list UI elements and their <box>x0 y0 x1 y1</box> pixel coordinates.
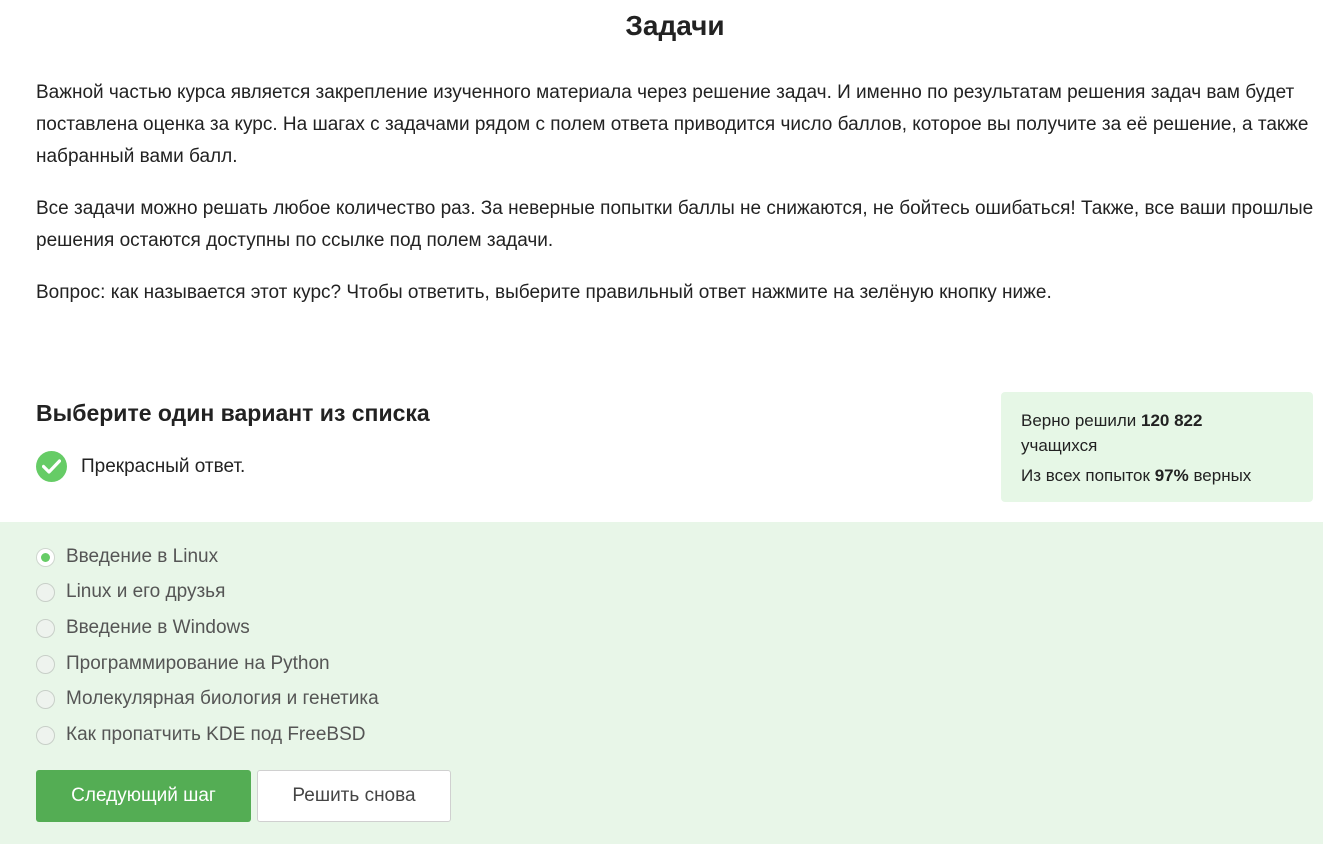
option-label[interactable]: Молекулярная биология и генетика <box>66 688 379 710</box>
option-label[interactable]: Linux и его друзья <box>66 581 225 603</box>
option-label[interactable]: Как пропатчить KDE под FreeBSD <box>66 724 365 746</box>
option-biology[interactable]: Молекулярная биология и генетика <box>36 684 379 714</box>
option-windows-intro[interactable]: Введение в Windows <box>36 613 250 643</box>
attempts-prefix: Из всех попыток <box>1021 466 1150 485</box>
option-label[interactable]: Введение в Windows <box>66 617 250 639</box>
stats-panel: Верно решили 120 822 учащихся Из всех по… <box>1001 392 1313 502</box>
option-label[interactable]: Введение в Linux <box>66 546 218 568</box>
solved-count: 120 822 <box>1141 411 1203 430</box>
feedback-message: Прекрасный ответ. <box>36 451 245 482</box>
intro-paragraph-1: Важной частью курса является закрепление… <box>36 82 1309 167</box>
attempts-stat: Из всех попыток 97% верных <box>1021 463 1293 488</box>
attempts-percent: 97% <box>1154 466 1189 485</box>
radio-empty-icon[interactable] <box>36 654 55 674</box>
feedback-text: Прекрасный ответ. <box>81 455 246 477</box>
page-title: Задачи <box>625 10 725 41</box>
option-python[interactable]: Программирование на Python <box>36 649 330 679</box>
question-paragraph: Вопрос: как называется этот курс? Чтобы … <box>36 282 1052 303</box>
radio-empty-icon[interactable] <box>36 725 55 745</box>
option-linux-intro[interactable]: Введение в Linux <box>36 542 218 572</box>
checkmark-circle-icon <box>36 451 67 482</box>
intro-paragraph-2: Все задачи можно решать любое количество… <box>36 198 1314 251</box>
attempts-suffix: верных <box>1193 466 1252 485</box>
option-label[interactable]: Программирование на Python <box>66 653 330 675</box>
option-kde-freebsd[interactable]: Как пропатчить KDE под FreeBSD <box>36 720 365 750</box>
solve-again-button[interactable]: Решить снова <box>257 770 451 822</box>
solved-stat: Верно решили 120 822 учащихся <box>1021 408 1293 458</box>
radio-selected-icon[interactable] <box>36 547 55 567</box>
solved-suffix: учащихся <box>1021 436 1098 455</box>
next-step-button[interactable]: Следующий шаг <box>36 770 251 822</box>
radio-empty-icon[interactable] <box>36 618 55 638</box>
radio-empty-icon[interactable] <box>36 582 55 602</box>
solved-prefix: Верно решили <box>1021 411 1137 430</box>
quiz-heading: Выберите один вариант из списка <box>36 400 430 426</box>
option-linux-friends[interactable]: Linux и его друзья <box>36 577 225 607</box>
radio-empty-icon[interactable] <box>36 689 55 709</box>
